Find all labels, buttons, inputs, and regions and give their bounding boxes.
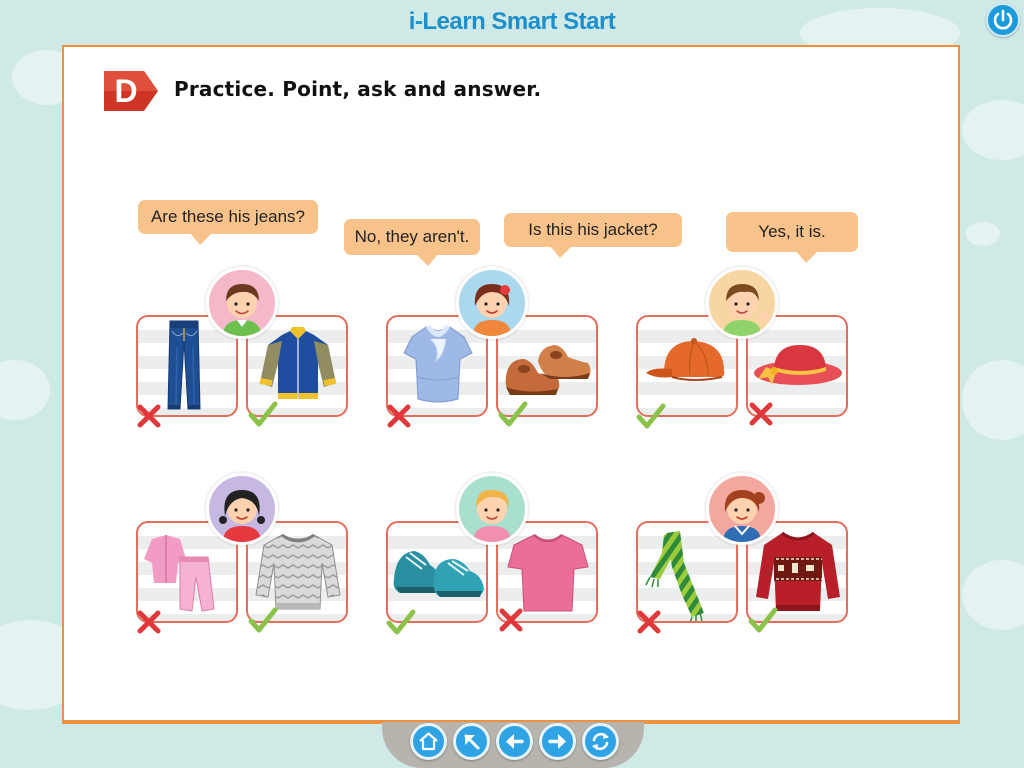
arrow-right-icon <box>548 734 566 749</box>
bubble-text: Yes, it is. <box>758 222 826 241</box>
boy-avatar <box>706 267 778 339</box>
back-to-start-button[interactable] <box>453 723 490 760</box>
background-cloud <box>962 360 1024 440</box>
background-cloud <box>962 560 1024 630</box>
cross-icon <box>137 610 161 634</box>
picture-pair <box>386 473 600 635</box>
check-icon <box>498 401 528 427</box>
previous-page-button[interactable] <box>496 723 533 760</box>
check-icon <box>248 607 278 633</box>
girl-avatar <box>456 267 528 339</box>
picture-pair <box>636 267 850 429</box>
girl-avatar <box>706 473 778 545</box>
picture-pair <box>136 267 350 429</box>
background-cloud <box>962 100 1024 160</box>
refresh-button[interactable] <box>582 723 619 760</box>
bubble-tail <box>416 254 438 266</box>
cross-icon <box>637 610 661 634</box>
boy-avatar <box>456 473 528 545</box>
app-title: i-Learn Smart Start <box>408 8 616 35</box>
cross-icon <box>749 402 773 426</box>
arrow-up-left-icon <box>464 734 480 750</box>
speech-bubble: Yes, it is. <box>726 212 858 263</box>
refresh-icon <box>592 732 609 751</box>
instruction-text: Practice. Point, ask and answer. <box>174 77 542 101</box>
check-icon <box>248 401 278 427</box>
speech-bubble: Is this his jacket? <box>504 213 682 258</box>
girl-avatar <box>206 473 278 545</box>
boy-avatar <box>206 267 278 339</box>
bubble-tail <box>550 246 572 258</box>
check-icon <box>386 609 416 635</box>
picture-pair <box>636 473 850 635</box>
picture-pair <box>386 267 600 429</box>
bubble-text: Is this his jacket? <box>528 220 658 239</box>
cross-icon <box>137 404 161 428</box>
check-icon <box>748 607 778 633</box>
home-icon <box>419 732 438 751</box>
power-button[interactable] <box>986 3 1020 37</box>
check-icon <box>636 403 666 429</box>
cross-icon <box>499 608 523 632</box>
speech-bubble: Are these his jeans? <box>138 200 318 245</box>
bubble-tail <box>190 233 212 245</box>
next-page-button[interactable] <box>539 723 576 760</box>
home-button[interactable] <box>410 723 447 760</box>
picture-pair <box>136 473 350 635</box>
speech-bubble: No, they aren't. <box>344 219 480 266</box>
bubble-tail <box>796 251 818 263</box>
arrow-left-icon <box>506 734 524 749</box>
background-cloud <box>966 222 1000 246</box>
exercise-page: D Practice. Point, ask and answer. Are t… <box>62 45 960 724</box>
bubble-text: Are these his jeans? <box>150 207 306 226</box>
section-badge: D <box>104 71 158 111</box>
background-cloud <box>0 360 50 420</box>
cross-icon <box>387 404 411 428</box>
power-icon <box>993 9 1013 30</box>
bubble-text: No, they aren't. <box>354 227 470 246</box>
section-letter: D <box>114 73 137 109</box>
